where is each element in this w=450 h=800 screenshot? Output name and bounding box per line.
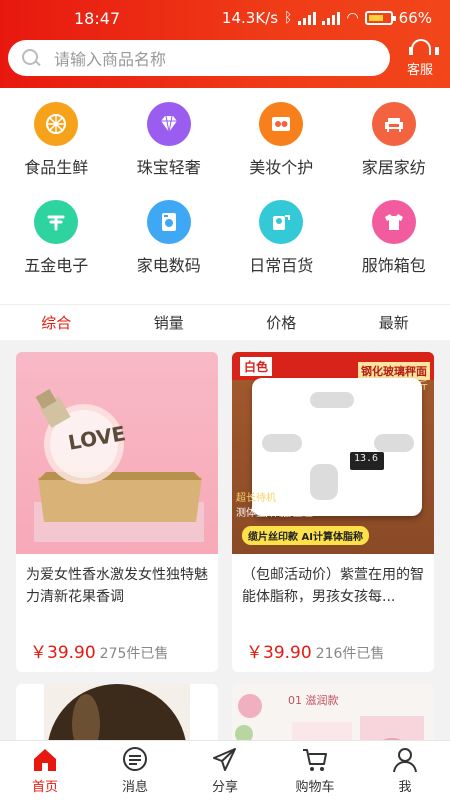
tab-comprehensive[interactable]: 综合 <box>0 312 113 333</box>
product-price: ￥39.90 <box>30 643 96 663</box>
nav-label: 消息 <box>121 780 148 795</box>
search-placeholder: 请输入商品名称 <box>54 50 167 69</box>
tab-price[interactable]: 价格 <box>225 312 338 333</box>
category-apparel[interactable]: 服饰箱包 <box>338 200 450 298</box>
tab-sales[interactable]: 销量 <box>113 312 226 333</box>
bottom-nav: 首页 消息 分享 购物车 我 <box>0 740 450 800</box>
scale-tag: 白色 <box>240 357 273 376</box>
category-food[interactable]: 食品生鲜 <box>0 102 113 200</box>
tool-icon <box>34 200 79 244</box>
category-label: 美妆个护 <box>249 158 314 177</box>
category-daily[interactable]: 日常百货 <box>225 200 338 298</box>
product-sold: 216件已售 <box>315 646 385 662</box>
category-label: 日常百货 <box>249 256 314 275</box>
headset-icon <box>409 38 439 58</box>
category-label: 服饰箱包 <box>361 256 426 275</box>
category-label: 家电数码 <box>136 256 201 275</box>
battery-level: 66% <box>398 9 432 27</box>
scale-note-2: 测体重/体脂/室温 <box>236 508 313 519</box>
category-cosmetics[interactable]: 美妆个护 <box>225 102 338 200</box>
cart-icon <box>303 749 327 771</box>
perfume-image: LOVE <box>16 352 218 554</box>
share-icon <box>213 748 236 771</box>
nav-share[interactable]: 分享 <box>180 741 270 800</box>
category-grid: 食品生鲜 珠宝轻奢 美妆个护 家居家纺 五金电子 家电数码 日常百货 服饰箱包 <box>0 88 450 304</box>
body-scale-image: 白色 钢化玻璃秤面 可秤300斤 13.6 超长待机 测体重/体脂/室温 缆片丝… <box>232 352 434 554</box>
product-title: （包邮活动价）紫萱在用的智能体脂称，男孩女孩每... <box>242 567 424 605</box>
status-indicators: 14.3K/s ᛒ ◠ 66% <box>222 9 432 27</box>
nav-home[interactable]: 首页 <box>0 741 90 800</box>
scale-note-3: 缆片丝印款 AI计算体脂称 <box>242 526 369 545</box>
product-price: ￥39.90 <box>246 643 312 663</box>
product-card[interactable]: 白色 钢化玻璃秤面 可秤300斤 13.6 超长待机 测体重/体脂/室温 缆片丝… <box>232 352 434 672</box>
nav-messages[interactable]: 消息 <box>90 741 180 800</box>
washer-icon <box>146 200 191 244</box>
search-input[interactable]: 请输入商品名称 <box>8 40 390 76</box>
product-card[interactable]: LOVE 为爱女性香水激发女性独特魅力清新花果香调 ￥39.90 275件已售 <box>16 352 218 672</box>
nav-label: 我 <box>398 780 412 795</box>
customer-service-label: 客服 <box>406 63 433 78</box>
search-icon <box>20 47 42 69</box>
product-sold: 275件已售 <box>99 646 169 662</box>
category-appliances[interactable]: 家电数码 <box>113 200 226 298</box>
category-hardware[interactable]: 五金电子 <box>0 200 113 298</box>
header: 18:47 14.3K/s ᛒ ◠ 66% 请输入商品名称 客服 <box>0 0 450 88</box>
nav-label: 分享 <box>211 780 238 795</box>
cosmetics-caption: 01 滋润款 <box>288 694 339 707</box>
scale-note-1: 超长待机 <box>236 493 276 504</box>
diamond-icon <box>146 102 191 146</box>
orange-icon <box>34 102 79 146</box>
status-bar: 18:47 14.3K/s ᛒ ◠ 66% <box>0 0 450 36</box>
tab-newest[interactable]: 最新 <box>338 312 450 333</box>
category-label: 食品生鲜 <box>24 158 89 177</box>
category-label: 五金电子 <box>24 256 89 275</box>
sofa-icon <box>371 102 416 146</box>
cosmetics-icon <box>259 102 304 146</box>
nav-cart[interactable]: 购物车 <box>270 741 360 800</box>
home-icon <box>34 749 56 771</box>
message-icon <box>123 747 147 771</box>
category-label: 家居家纺 <box>361 158 426 177</box>
scale-display: 13.6 <box>354 453 379 464</box>
battery-icon <box>364 11 396 25</box>
nav-label: 首页 <box>31 780 58 795</box>
tshirt-icon <box>371 200 416 244</box>
sort-tabs: 综合 销量 价格 最新 <box>0 304 450 340</box>
product-title: 为爱女性香水激发女性独特魅力清新花果香调 <box>26 567 208 605</box>
nav-profile[interactable]: 我 <box>360 741 450 800</box>
status-time: 18:47 <box>74 8 121 28</box>
wifi-icon: ◠ <box>346 10 359 26</box>
signal-icon <box>322 11 341 25</box>
category-label: 珠宝轻奢 <box>136 158 201 177</box>
signal-icon <box>298 11 317 25</box>
category-home[interactable]: 家居家纺 <box>338 102 450 200</box>
network-speed: 14.3K/s <box>221 9 279 27</box>
category-jewelry[interactable]: 珠宝轻奢 <box>113 102 226 200</box>
user-icon <box>393 748 417 773</box>
nav-label: 购物车 <box>295 780 335 795</box>
customer-service-button[interactable]: 客服 <box>400 38 440 78</box>
bluetooth-icon: ᛒ <box>284 10 293 26</box>
tissue-icon <box>259 200 304 244</box>
